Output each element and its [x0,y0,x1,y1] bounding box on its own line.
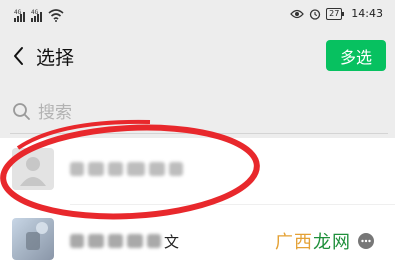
blurred-contact-name [70,162,183,178]
search-input[interactable] [38,98,378,128]
alarm-clock-icon [309,8,321,20]
list-item[interactable] [0,138,395,205]
search-divider [10,133,388,134]
back-arrow-icon[interactable] [10,44,30,68]
multi-select-button[interactable]: 多选 [326,40,386,71]
nav-bar: 选择 多选 [0,30,395,82]
signal-strength-icon: 4G [31,9,42,22]
search-icon [13,103,30,120]
signal-strength-icon: 4G [14,9,25,22]
blurred-contact-name [70,234,161,250]
battery-indicator: 27 [326,7,345,20]
contact-name-suffix: 文 [164,233,180,251]
page-title: 选择 [36,47,75,69]
search-bar[interactable] [0,92,395,134]
avatar [12,148,54,190]
photo-avatar-icon [26,222,48,250]
default-avatar-icon [12,148,54,190]
watermark-text-part-1: 广西 [275,232,313,253]
eye-icon [290,9,304,18]
status-time: 14:43 [351,7,383,20]
watermark-text: 广西龙网 [275,228,351,254]
chat-bubble-icon [358,233,374,249]
watermark-text-part-2: 龙网 [313,232,351,253]
status-bar: 4G 4G 27 14:43 [0,0,395,30]
signal-label: 4G [14,9,22,16]
signal-label: 4G [31,9,39,16]
wifi-icon [48,9,64,22]
list-separator [70,204,395,205]
status-left: 4G 4G [14,8,64,22]
watermark-logo: 广西龙网 [275,228,375,254]
status-right: 27 14:43 [290,7,383,20]
avatar [12,218,54,260]
